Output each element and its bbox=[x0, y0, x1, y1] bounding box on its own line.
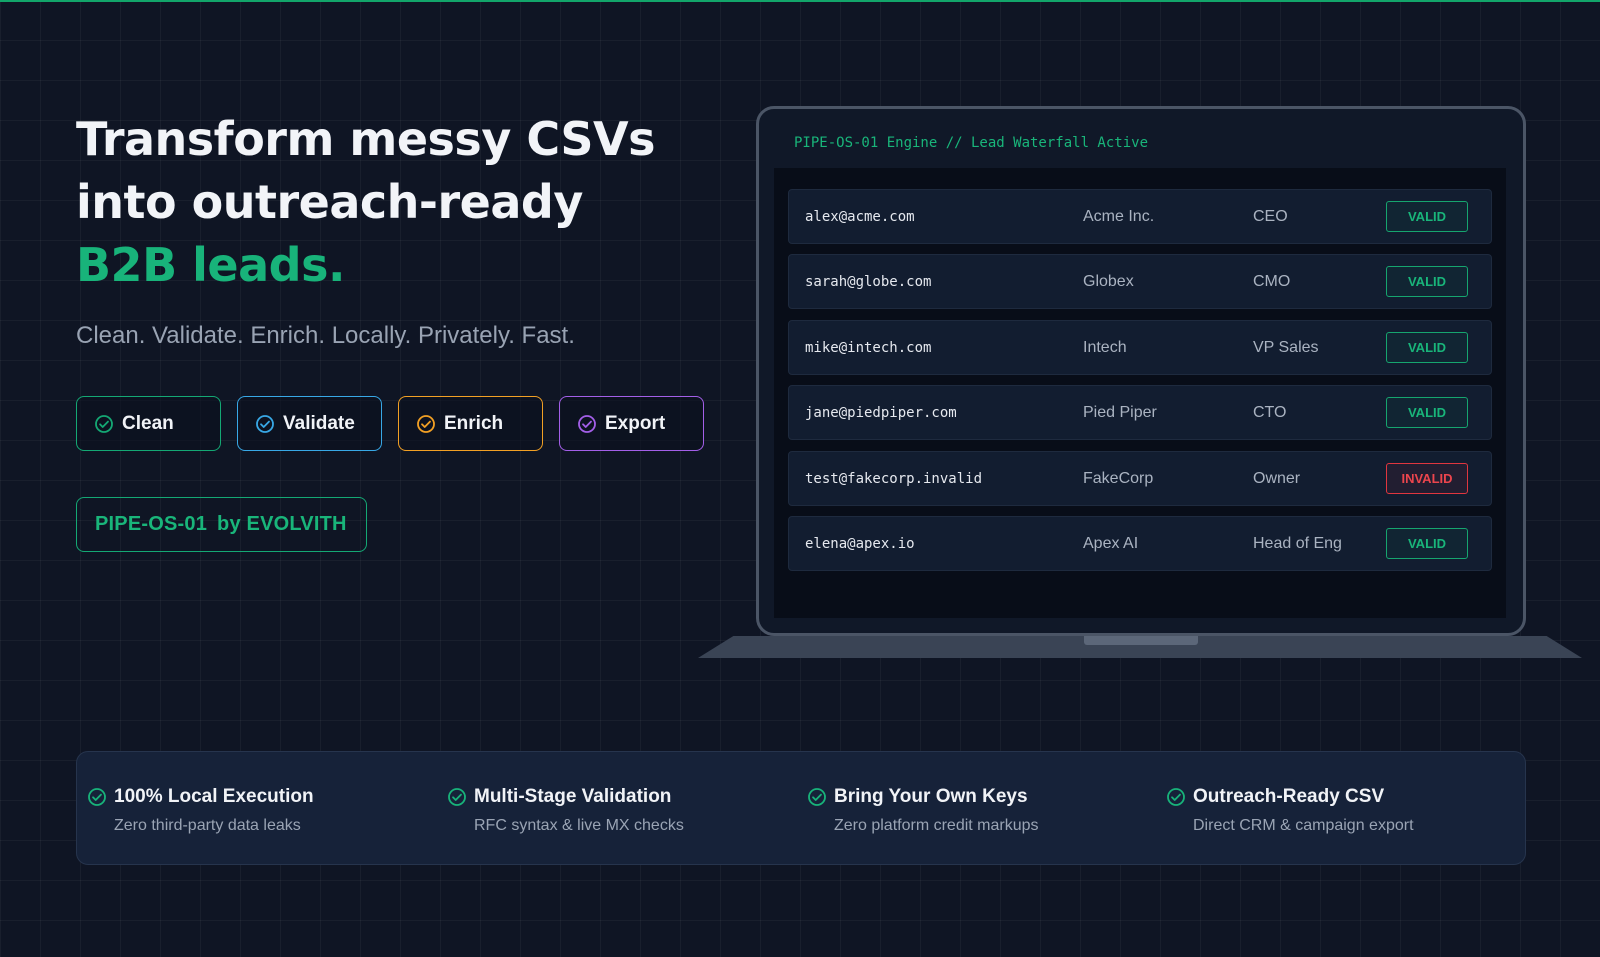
feature-title: Outreach-Ready CSV bbox=[1193, 786, 1385, 807]
lead-company: Pied Piper bbox=[1083, 403, 1157, 421]
lead-row: test@fakecorp.invalid FakeCorp Owner INV… bbox=[788, 451, 1492, 506]
check-circle-icon bbox=[88, 788, 106, 806]
lead-company: Apex AI bbox=[1083, 534, 1139, 552]
export-button[interactable]: Export bbox=[559, 396, 704, 451]
lead-role: CEO bbox=[1253, 207, 1288, 225]
feature-subtitle: RFC syntax & live MX checks bbox=[474, 817, 684, 834]
check-circle-icon bbox=[578, 414, 596, 433]
hero-headline: Transform messy CSVs into outreach-ready… bbox=[76, 108, 716, 297]
status-badge: VALID bbox=[1386, 528, 1468, 559]
feature-subtitle: Zero platform credit markups bbox=[834, 817, 1039, 834]
feature-pills: Clean Validate Enrich Export bbox=[76, 396, 704, 451]
page-title: Transform messy CSVs into outreach-ready… bbox=[76, 108, 716, 297]
lead-role: VP Sales bbox=[1253, 338, 1319, 356]
lead-row: sarah@globe.com Globex CMO VALID bbox=[788, 254, 1492, 309]
lead-email: sarah@globe.com bbox=[805, 273, 932, 290]
lead-row: alex@acme.com Acme Inc. CEO VALID bbox=[788, 189, 1492, 244]
enrich-label: Enrich bbox=[444, 412, 504, 434]
check-circle-icon bbox=[95, 414, 113, 433]
lead-company: Globex bbox=[1083, 272, 1134, 290]
status-badge: VALID bbox=[1386, 201, 1468, 232]
laptop-notch bbox=[1084, 636, 1198, 645]
feature-item: Bring Your Own Keys Zero platform credit… bbox=[807, 786, 1039, 835]
lead-email: mike@intech.com bbox=[805, 339, 932, 356]
lead-row: jane@piedpiper.com Pied Piper CTO VALID bbox=[788, 385, 1492, 440]
feature-title: Multi-Stage Validation bbox=[474, 786, 672, 807]
lead-email: test@fakecorp.invalid bbox=[805, 470, 983, 487]
brand-badge: PIPE-OS-01 by EVOLVITH bbox=[76, 497, 367, 552]
feature-item: 100% Local Execution Zero third-party da… bbox=[87, 786, 314, 835]
feature-title: Bring Your Own Keys bbox=[834, 786, 1028, 807]
status-badge: INVALID bbox=[1386, 463, 1468, 494]
status-badge: VALID bbox=[1386, 266, 1468, 297]
check-circle-icon bbox=[256, 414, 274, 433]
lead-company: FakeCorp bbox=[1083, 469, 1154, 487]
status-badge: VALID bbox=[1386, 397, 1468, 428]
brand-by: by EVOLVITH bbox=[217, 513, 347, 535]
check-circle-icon bbox=[448, 788, 466, 806]
title-line-2: into outreach-ready bbox=[76, 175, 583, 229]
lead-email: jane@piedpiper.com bbox=[805, 404, 957, 421]
lead-role: CMO bbox=[1253, 272, 1291, 290]
check-circle-icon bbox=[808, 788, 826, 806]
clean-label: Clean bbox=[122, 412, 174, 434]
lead-row: mike@intech.com Intech VP Sales VALID bbox=[788, 320, 1492, 375]
lead-role: Head of Eng bbox=[1253, 534, 1342, 552]
lead-company: Acme Inc. bbox=[1083, 207, 1155, 225]
validate-label: Validate bbox=[283, 412, 355, 434]
brand-name: PIPE-OS-01 bbox=[95, 513, 208, 535]
tagline: Clean. Validate. Enrich. Locally. Privat… bbox=[76, 322, 575, 349]
check-circle-icon bbox=[417, 414, 435, 433]
feature-subtitle: Direct CRM & campaign export bbox=[1193, 817, 1414, 834]
features-bar: 100% Local Execution Zero third-party da… bbox=[76, 751, 1526, 865]
lead-email: alex@acme.com bbox=[805, 208, 915, 225]
export-label: Export bbox=[605, 412, 666, 434]
top-accent-line bbox=[0, 0, 1600, 2]
enrich-button[interactable]: Enrich bbox=[398, 396, 543, 451]
lead-role: CTO bbox=[1253, 403, 1287, 421]
feature-title: 100% Local Execution bbox=[114, 786, 314, 807]
feature-item: Multi-Stage Validation RFC syntax & live… bbox=[447, 786, 684, 835]
validate-button[interactable]: Validate bbox=[237, 396, 382, 451]
lead-email: elena@apex.io bbox=[805, 535, 915, 552]
feature-subtitle: Zero third-party data leaks bbox=[114, 817, 301, 834]
title-accent: B2B leads. bbox=[76, 238, 345, 292]
status-badge: VALID bbox=[1386, 332, 1468, 363]
lead-company: Intech bbox=[1083, 338, 1127, 356]
clean-button[interactable]: Clean bbox=[76, 396, 221, 451]
check-circle-icon bbox=[1167, 788, 1185, 806]
feature-item: Outreach-Ready CSV Direct CRM & campaign… bbox=[1166, 786, 1414, 835]
engine-title: PIPE-OS-01 Engine // Lead Waterfall Acti… bbox=[794, 135, 1149, 151]
title-line-1: Transform messy CSVs bbox=[76, 112, 656, 166]
lead-row: elena@apex.io Apex AI Head of Eng VALID bbox=[788, 516, 1492, 571]
lead-role: Owner bbox=[1253, 469, 1301, 487]
